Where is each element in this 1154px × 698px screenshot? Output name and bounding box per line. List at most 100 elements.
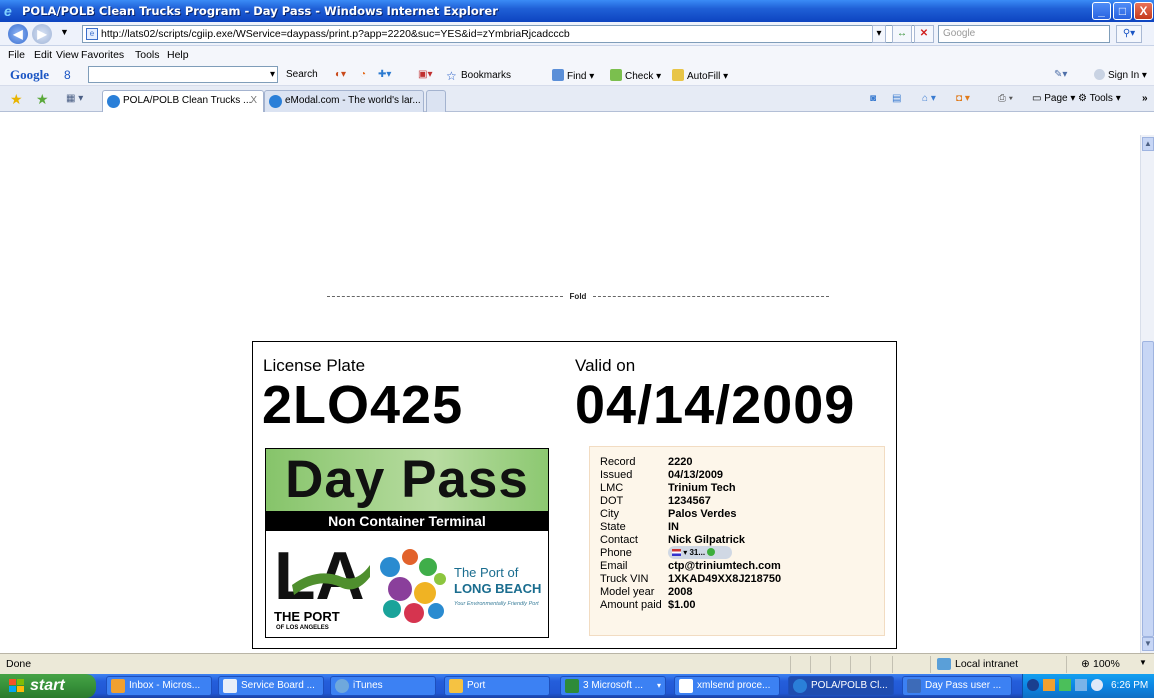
pass-details: Record 2220 Issued 04/13/2009 LMC Trinium T… [589,446,885,636]
day-pass-title: Day Pass [266,449,548,511]
tray-security-icon[interactable] [1059,679,1071,691]
menu-edit[interactable]: Edit [34,49,52,61]
detail-value: 2220 [668,456,693,468]
phone-widget[interactable]: ▾ 31... [668,546,732,559]
signin-button[interactable]: Sign In ▾ [1094,69,1147,81]
page-menu[interactable]: ▭ Page ▾ [1032,93,1075,104]
taskbar-port[interactable]: Port [444,676,550,696]
pagerank-icon[interactable]: ◐▾ [335,69,346,80]
taskbar-label: Day Pass user ... [925,680,1002,691]
title-bar: e POLA/POLB Clean Trucks Program - Day P… [0,0,1154,22]
maximize-button[interactable]: □ [1113,2,1132,20]
favorites-star-icon[interactable]: ★ [10,91,23,108]
rss-icon[interactable]: ◘ ▾ [956,93,970,104]
minimize-button[interactable]: _ [1092,2,1111,20]
home-icon[interactable]: ⌂ ▾ [922,93,936,104]
taskbar-service-board[interactable]: Service Board ... [218,676,324,696]
folder-icon [449,679,463,693]
check-icon [610,69,622,81]
popup-icon[interactable]: ▣▾ [418,69,432,80]
signin-label: Sign In [1108,70,1140,81]
chevron-more-icon[interactable]: » [1142,93,1148,104]
start-button[interactable]: start [0,674,96,698]
taskbar: start Inbox - Micros... Service Board ..… [0,674,1154,698]
google-logo: Google [10,67,49,82]
find-button[interactable]: Find ▾ [552,69,594,82]
menu-tools[interactable]: Tools [135,49,160,61]
taskbar-itunes[interactable]: iTunes [330,676,436,696]
detail-value: 1XKAD49XX8J218750 [668,573,782,585]
add-favorites-icon[interactable]: ★ [36,91,49,108]
taskbar-inbox[interactable]: Inbox - Micros... [106,676,212,696]
back-button[interactable]: ◀ [8,24,28,44]
new-tab-button[interactable] [426,90,446,112]
read-mail-icon[interactable]: ▤ [892,93,901,104]
search-button-icon[interactable]: ⚲▾ [1116,25,1142,43]
tray-collapse-icon[interactable] [1027,679,1039,691]
status-cell [790,656,791,673]
check-label: Check [625,71,654,82]
tray-network-icon[interactable] [1075,679,1087,691]
check-button[interactable]: Check ▾ [610,69,661,82]
tools-menu[interactable]: ⚙ Tools ▾ [1078,93,1121,104]
detail-key: Truck VIN [600,573,649,585]
detail-value: 2008 [668,586,693,598]
menu-file[interactable]: File [8,49,25,61]
plus-icon[interactable]: ✚▾ [378,69,391,80]
status-cell [830,656,831,673]
scroll-up-icon[interactable]: ▲ [1142,137,1154,151]
search-input[interactable]: Google [938,25,1110,43]
ie-tab-icon [107,95,120,108]
tray-volume-icon[interactable] [1091,679,1103,691]
clock[interactable]: 6:26 PM [1111,680,1148,691]
tab-emodal[interactable]: eModal.com - The world's lar... [264,90,424,112]
wrench-icon[interactable]: ✎▾ [1054,69,1067,80]
menu-favorites[interactable]: Favorites [81,49,124,61]
quick-tabs-icon[interactable]: ▦ ▾ [66,93,83,104]
history-dropdown-icon[interactable]: ▼ [60,27,69,37]
print-icon[interactable]: ⎙ ▾ [998,93,1013,104]
detail-value: $1.00 [668,599,696,611]
scroll-down-icon[interactable]: ▼ [1142,637,1154,651]
taskbar-day-pass[interactable]: Day Pass user ... [902,676,1012,696]
spell-icon[interactable]: ◔ [360,69,366,80]
taskbar-xmlsend[interactable]: xmlsend proce... [674,676,780,696]
zoom-icon: ⊕ [1081,658,1090,670]
address-dropdown-icon[interactable]: ▾ [872,25,886,43]
tray-outlook-icon[interactable] [1043,679,1055,691]
zoom-value: 100% [1093,658,1120,670]
zone-cell: Local intranet [930,656,1066,673]
menu-view[interactable]: View [56,49,79,61]
google-search-input[interactable] [88,66,278,83]
detail-key: Amount paid [600,599,662,611]
find-label: Find [567,71,587,82]
tab-label: eModal.com - The world's lar... [285,95,421,106]
url-field[interactable]: e http://lats02/scripts/cgiip.exe/WServi… [82,25,920,43]
tab-close-icon[interactable]: X [250,91,257,111]
menu-help[interactable]: Help [167,49,189,61]
detail-key: Phone [600,547,632,559]
port-lb-line1: The Port of [454,565,519,580]
vertical-scrollbar[interactable]: ▲ ▼ [1140,135,1154,653]
tab-pola-polb[interactable]: POLA/POLB Clean Trucks ... X [102,90,264,112]
forward-button[interactable]: ▶ [32,24,52,44]
menu-bar: File Edit View Favorites Tools Help [0,46,1154,64]
stop-icon[interactable]: ✕ [914,25,934,43]
outlook-icon [111,679,125,693]
fold-dash-right [592,296,829,298]
bookmarks-button[interactable]: ☆ Bookmarks [446,69,512,83]
google-search-dropdown-icon[interactable]: ▾ [270,69,275,80]
bookmarks-label: Bookmarks [461,70,512,81]
url-text: http://lats02/scripts/cgiip.exe/WService… [101,28,570,40]
google-g-dropdown[interactable]: 8 [64,68,71,82]
scroll-thumb[interactable] [1142,341,1154,637]
google-search-button[interactable]: Search [286,69,318,80]
zoom-control[interactable]: ⊕ 100% ▼ [1066,656,1154,673]
taskbar-pola-polb[interactable]: POLA/POLB Cl... [788,676,894,696]
feeds-icon[interactable]: ◙ [870,93,876,104]
autofill-button[interactable]: AutoFill ▾ [672,69,728,82]
taskbar-microsoft[interactable]: 3 Microsoft ... ▾ [560,676,666,696]
refresh-icon[interactable]: ↔ [892,25,912,43]
close-button[interactable]: X [1134,2,1153,20]
valid-on-value: 04/14/2009 [575,375,856,435]
